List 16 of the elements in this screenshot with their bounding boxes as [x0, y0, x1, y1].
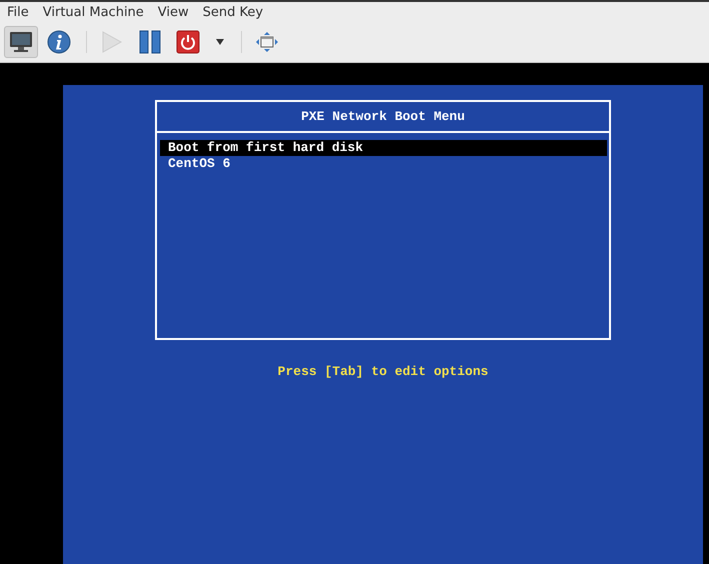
pause-icon: [139, 30, 161, 54]
power-icon: [176, 30, 200, 54]
monitor-icon: [9, 31, 33, 53]
fullscreen-icon: [255, 31, 279, 53]
info-icon: [47, 30, 71, 54]
console-button[interactable]: [4, 26, 38, 58]
menu-item[interactable]: View: [156, 4, 190, 20]
play-icon: [101, 30, 123, 54]
boot-option[interactable]: CentOS 6: [160, 156, 607, 172]
menu-item[interactable]: Send Key: [202, 4, 264, 20]
menu-title: PXE Network Boot Menu: [157, 102, 609, 133]
menu-item[interactable]: Virtual Machine: [42, 4, 145, 20]
boot-option[interactable]: Boot from first hard disk: [160, 140, 607, 156]
hint-text: Press [Tab] to edit options: [276, 364, 490, 379]
menu-item[interactable]: File: [6, 4, 30, 20]
caret-icon: [216, 39, 224, 45]
